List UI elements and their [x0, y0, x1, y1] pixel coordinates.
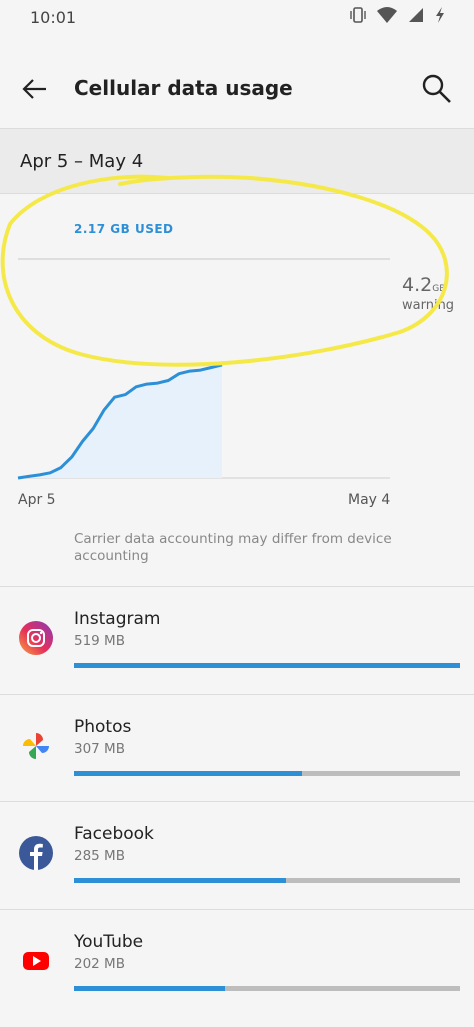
charging-icon [436, 7, 444, 23]
annotation-circle [0, 174, 449, 367]
usage-bar-fill [74, 770, 302, 776]
app-row-facebook[interactable]: Facebook 285 MB [0, 801, 474, 909]
app-name: YouTube [74, 931, 144, 952]
search-icon [422, 74, 451, 103]
x-axis-start-label: Apr 5 [18, 492, 56, 508]
status-icons [350, 6, 446, 24]
app-row-youtube[interactable]: YouTube 202 MB [0, 908, 474, 1017]
accounting-note: Carrier data accounting may differ from … [74, 531, 392, 564]
youtube-icon [19, 944, 53, 978]
search-button[interactable] [420, 72, 454, 106]
usage-bar-fill [74, 878, 287, 883]
usage-bar [74, 770, 460, 776]
app-data-size: 307 MB [74, 740, 125, 757]
photos-icon [19, 729, 53, 763]
status-time: 10:01 [30, 8, 77, 27]
app-bar: Cellular data usage [0, 56, 474, 126]
instagram-icon [19, 621, 53, 655]
signal-icon [409, 8, 423, 22]
app-row-photos[interactable]: Photos 307 MB [0, 693, 474, 802]
usage-bar-fill [74, 985, 225, 991]
usage-chart-section: 2.17 GB USED 4.2GB warning Apr 5 May 4 C… [0, 174, 474, 584]
app-usage-list: Instagram 519 MB Photos 307 MB Facebook … [0, 586, 474, 1016]
app-name: Photos [74, 716, 132, 737]
app-name: Instagram [74, 609, 161, 629]
x-axis-end-label: May 4 [348, 492, 391, 508]
usage-bar-fill [74, 663, 460, 668]
status-bar: 10:01 [0, 0, 474, 36]
usage-bar [74, 878, 460, 883]
app-data-size: 519 MB [74, 633, 125, 649]
back-button[interactable] [20, 74, 50, 104]
app-data-size: 285 MB [74, 848, 125, 864]
arrow-left-icon [22, 79, 46, 99]
app-name: Facebook [74, 824, 154, 844]
wifi-icon [377, 7, 397, 23]
usage-bar [74, 985, 460, 991]
app-row-instagram[interactable]: Instagram 519 MB [0, 586, 474, 694]
usage-bar [74, 663, 460, 668]
app-data-size: 202 MB [74, 955, 125, 972]
vibrate-icon [350, 7, 366, 23]
facebook-icon [19, 836, 53, 870]
page-title: Cellular data usage [74, 76, 293, 100]
